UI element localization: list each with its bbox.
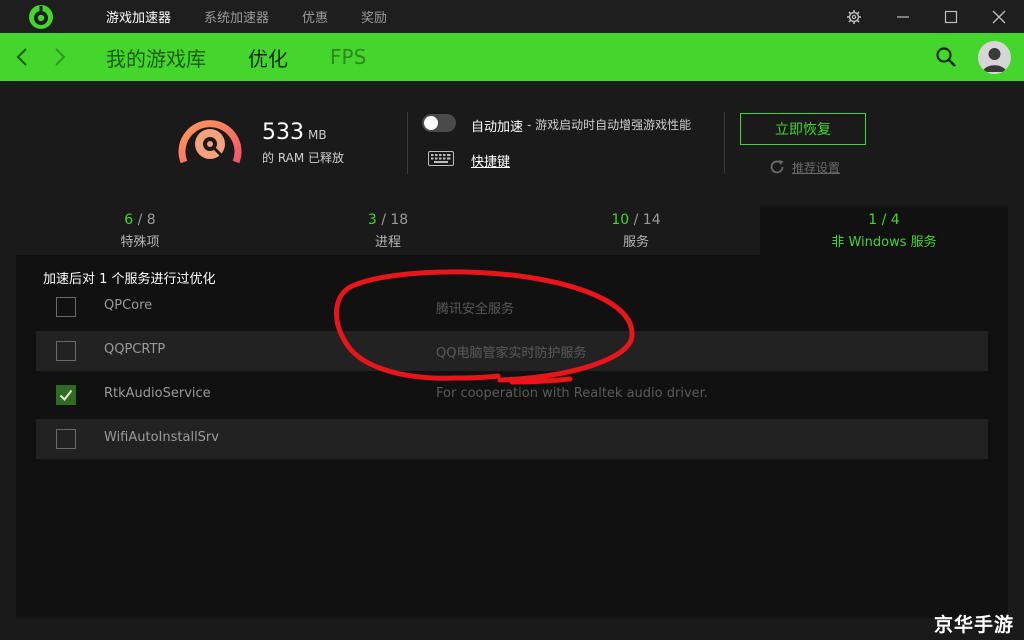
list-item: RtkAudioService For cooperation with Rea… — [36, 375, 988, 415]
service-description: 腾讯安全服务 — [436, 302, 515, 317]
divider — [407, 112, 408, 174]
ram-freed-label: 的 RAM 已释放 — [262, 151, 345, 165]
close-icon — [992, 10, 1006, 23]
close-button[interactable] — [979, 0, 1019, 33]
tab-label: 非 Windows 服务 — [831, 235, 937, 250]
service-name: QQPCRTP — [104, 342, 166, 357]
top-nav-rewards[interactable]: 奖励 — [361, 7, 387, 26]
list-summary: 加速后对 1 个服务进行过优化 — [43, 272, 216, 287]
sub-tabs: 我的游戏库 优化 FPS — [106, 33, 408, 81]
razer-cortex-logo-icon — [29, 5, 53, 29]
minimize-button[interactable] — [883, 0, 923, 33]
auto-boost-toggle[interactable] — [422, 114, 456, 132]
service-checkbox[interactable] — [56, 341, 76, 361]
tab-label: 进程 — [374, 235, 401, 250]
tab-label: 服务 — [622, 235, 649, 250]
watermark: 京华手游 — [934, 614, 1015, 636]
tab-optimize[interactable]: 优化 — [248, 43, 288, 72]
top-nav-deals[interactable]: 优惠 — [302, 7, 328, 26]
service-name: WifiAutoInstallSrv — [104, 430, 219, 445]
tab-count: 3 / 18 — [367, 212, 409, 228]
top-nav-game-booster[interactable]: 游戏加速器 — [106, 7, 171, 26]
forward-arrow-icon[interactable] — [48, 45, 72, 69]
back-arrow-icon[interactable] — [10, 45, 34, 69]
search-icon[interactable] — [934, 45, 958, 69]
user-avatar-icon[interactable] — [978, 41, 1011, 74]
auto-boost-label: 自动加速 — [471, 120, 524, 135]
tab-non-windows-services[interactable]: 1 / 4 非 Windows 服务 — [760, 206, 1008, 255]
top-nav-system-booster[interactable]: 系统加速器 — [204, 7, 269, 26]
title-bar: 游戏加速器 系统加速器 优惠 奖励 — [0, 0, 1024, 33]
maximize-icon — [944, 10, 958, 23]
service-name: RtkAudioService — [104, 386, 211, 401]
service-checkbox[interactable] — [56, 385, 76, 405]
settings-button[interactable] — [834, 0, 874, 33]
service-description: QQ电脑管家实时防护服务 — [436, 346, 587, 361]
ram-freed-value: 533 MB — [262, 120, 327, 145]
service-checkbox[interactable] — [56, 297, 76, 317]
tab-count: 1 / 4 — [868, 212, 900, 228]
service-description: For cooperation with Realtek audio drive… — [436, 386, 708, 401]
sub-nav-bar: 我的游戏库 优化 FPS — [0, 33, 1024, 81]
divider — [724, 112, 725, 174]
minimize-icon — [897, 15, 909, 18]
keyboard-icon — [428, 151, 454, 166]
list-item: QPCore 腾讯安全服务 — [36, 287, 988, 327]
ram-number: 533 — [262, 120, 304, 145]
tab-services[interactable]: 10 / 14 服务 — [512, 206, 760, 255]
ram-gauge-icon — [178, 120, 242, 164]
checkmark-icon — [59, 389, 73, 402]
refresh-icon — [770, 160, 784, 174]
tab-fps[interactable]: FPS — [330, 45, 366, 69]
shortcut-link[interactable]: 快捷键 — [471, 151, 510, 170]
tab-count: 6 / 8 — [124, 212, 156, 228]
service-checkbox[interactable] — [56, 429, 76, 449]
tab-game-library[interactable]: 我的游戏库 — [106, 43, 206, 72]
gear-icon — [847, 9, 861, 24]
optimization-tabs: 6 / 8 特殊项 3 / 18 进程 10 / 14 服务 1 / 4 非 W… — [16, 206, 1008, 255]
list-item: WifiAutoInstallSrv — [36, 419, 988, 459]
top-nav: 游戏加速器 系统加速器 优惠 奖励 — [106, 0, 420, 33]
tab-processes[interactable]: 3 / 18 进程 — [264, 206, 512, 255]
ram-unit: MB — [308, 128, 327, 142]
tab-label: 特殊项 — [120, 235, 160, 250]
list-item: QQPCRTP QQ电脑管家实时防护服务 — [36, 331, 988, 371]
toggle-knob — [424, 116, 438, 130]
recommended-settings-link[interactable]: 推荐设置 — [792, 159, 840, 176]
tab-special-items[interactable]: 6 / 8 特殊项 — [16, 206, 264, 255]
tab-count: 10 / 14 — [611, 212, 661, 228]
restore-now-button[interactable]: 立即恢复 — [740, 113, 866, 145]
maximize-button[interactable] — [931, 0, 971, 33]
auto-boost-description: - 游戏启动时自动增强游戏性能 — [527, 118, 692, 132]
service-name: QPCore — [104, 298, 153, 313]
